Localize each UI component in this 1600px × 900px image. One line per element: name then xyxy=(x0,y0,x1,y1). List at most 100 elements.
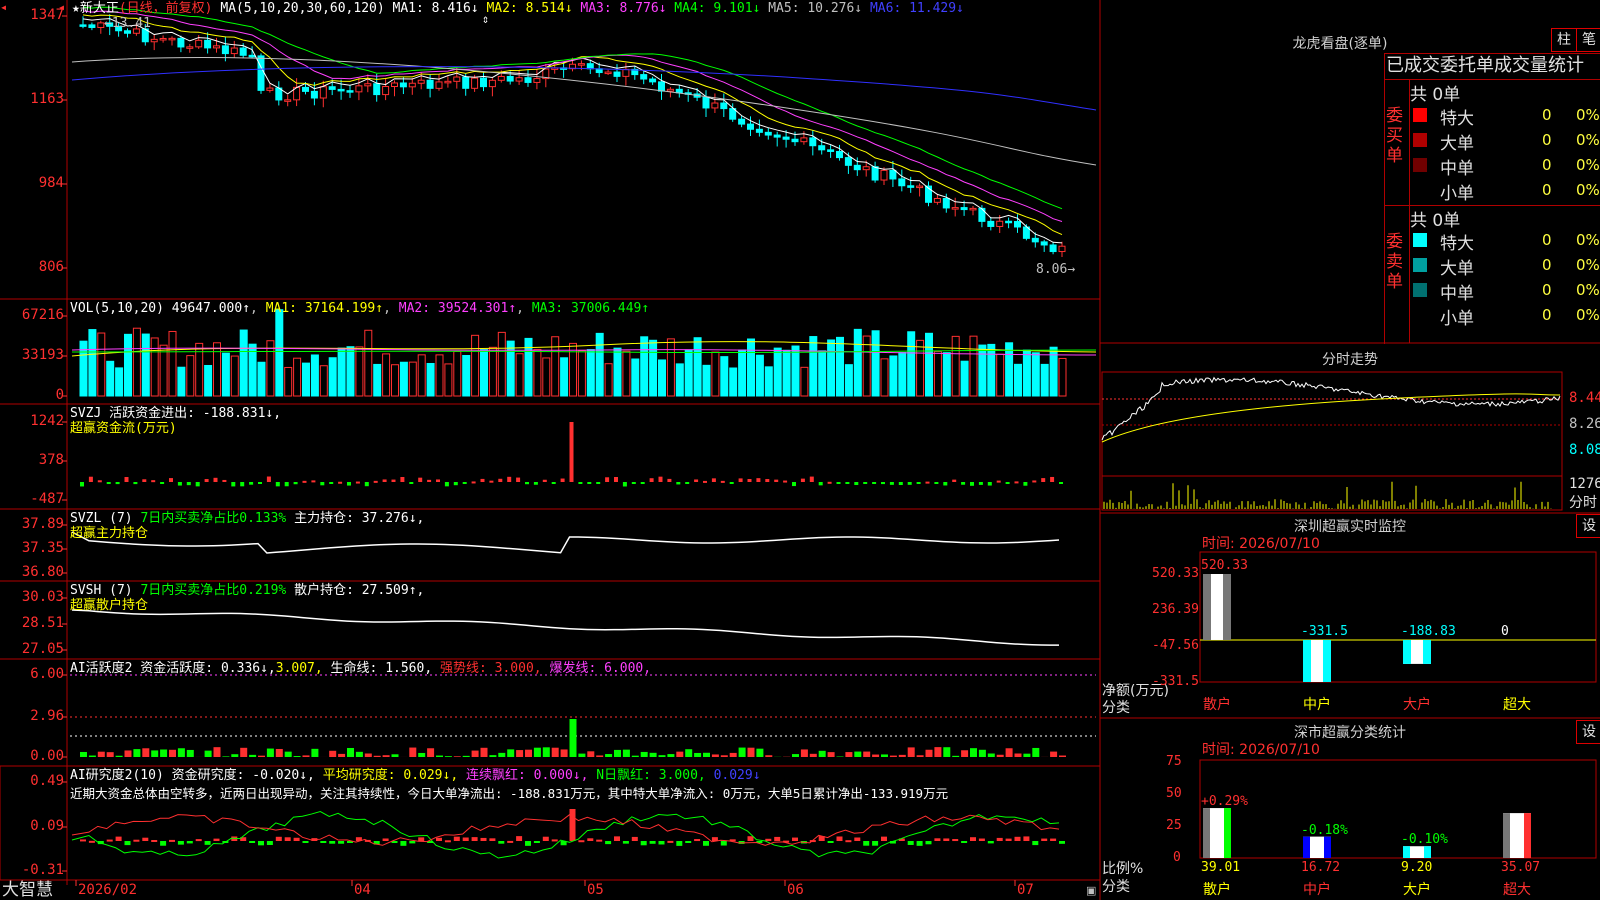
candle-body xyxy=(319,86,327,99)
fund-flow-bar xyxy=(560,478,565,482)
volume-bar xyxy=(978,344,987,397)
x-tick: 05 xyxy=(587,882,604,898)
fund-flow-bar xyxy=(160,482,165,484)
volume-bar xyxy=(435,354,444,397)
volume-bar xyxy=(533,348,542,397)
activity-bar xyxy=(542,747,550,757)
fund-flow-bar xyxy=(106,482,111,485)
volume-bar xyxy=(293,357,302,397)
class-bar-shade xyxy=(1324,836,1331,858)
volume-bar xyxy=(337,347,346,397)
volume-bar xyxy=(853,328,862,397)
candle-body xyxy=(88,24,96,28)
low-marker: 8.06→ xyxy=(1036,262,1076,277)
volume-bar xyxy=(106,360,115,397)
activity-bar xyxy=(872,754,880,757)
activity-bar xyxy=(631,755,639,757)
y-tick: 67216 xyxy=(21,307,64,323)
fund-flow-bar xyxy=(987,482,992,486)
research-bar xyxy=(133,839,140,842)
y-tick: 37.89 xyxy=(21,516,64,532)
monitor-tick: 236.39 xyxy=(1152,601,1199,617)
volume-bar xyxy=(168,330,177,397)
fund-flow-bar xyxy=(222,479,227,482)
volume-bar xyxy=(328,357,337,397)
fund-flow-bar xyxy=(1014,481,1019,484)
brand-logo: 大智慧 xyxy=(2,880,53,900)
monitor-settings-button[interactable]: 设 xyxy=(1576,514,1600,538)
intraday-title[interactable]: 分时走势 xyxy=(1300,349,1400,369)
fund-flow-bar xyxy=(667,478,672,482)
fund-flow-bar xyxy=(489,480,494,483)
activity-bar xyxy=(809,753,817,757)
left-scroll-arrow-icon[interactable]: ◂ xyxy=(0,0,7,15)
period-label[interactable]: (日线，前复权) xyxy=(119,1,213,16)
fund-flow-bar xyxy=(142,479,147,482)
activity-bar xyxy=(80,751,87,757)
x-tick: 06 xyxy=(787,882,804,898)
research-bar xyxy=(863,841,870,846)
candle-body xyxy=(1040,241,1048,246)
fund-flow-bar xyxy=(747,478,752,482)
candle-body xyxy=(755,128,763,133)
monitor-bar-shade xyxy=(1403,639,1411,664)
volume-bar xyxy=(310,354,319,397)
buy-total: 共 0单 xyxy=(1410,85,1461,105)
fund-flow-bar xyxy=(1050,476,1055,482)
candle-body xyxy=(577,63,585,66)
y-tick: 1163 xyxy=(30,91,64,107)
volume-bar xyxy=(141,333,150,397)
candle-body xyxy=(649,78,657,83)
candle-body xyxy=(124,30,131,34)
volume-bar xyxy=(132,327,141,397)
research-bar xyxy=(711,837,718,841)
ma-values: MA1: 8.416↓ MA2: 8.514↓ MA3: 8.776↓ MA4:… xyxy=(393,1,964,16)
vol-header: VOL(5,10,20) 49647.000↑, MA1: 37164.199↑… xyxy=(70,301,650,316)
research-bar xyxy=(774,836,781,841)
candle-body xyxy=(186,46,194,49)
activity-bar xyxy=(720,755,728,757)
high-marker: ←13.41 xyxy=(104,16,151,31)
activity-bar xyxy=(204,750,212,757)
stock-name[interactable]: 新大正 xyxy=(80,1,119,16)
activity-bar xyxy=(569,719,577,757)
ma-value-1: MA1: 8.416↓ xyxy=(392,1,479,16)
research-bar xyxy=(854,837,861,841)
research-bar xyxy=(204,841,211,845)
class-settings-button[interactable]: 设 xyxy=(1576,720,1600,744)
activity-bar xyxy=(124,750,132,757)
buy-order-type: 小单 xyxy=(1440,184,1474,204)
ma-line-5 xyxy=(71,57,1097,166)
fund-flow-bar xyxy=(916,482,921,484)
volume-bar xyxy=(417,354,426,397)
drag-arrow-icon[interactable]: ⇕ xyxy=(482,12,489,27)
candle-body xyxy=(622,68,630,77)
tick-mode-button[interactable]: 笔 xyxy=(1576,28,1600,52)
research-bar xyxy=(320,841,327,843)
activity-bar xyxy=(391,754,399,757)
volume-bar xyxy=(586,349,595,397)
volume-bar xyxy=(1058,357,1067,397)
volume-bar xyxy=(382,353,391,397)
volume-bar xyxy=(1031,352,1040,397)
volume-bar xyxy=(925,332,933,397)
research-bar xyxy=(284,837,291,841)
research-bar xyxy=(151,839,158,842)
intraday-tick: 8.08 xyxy=(1569,442,1600,458)
bar-mode-button[interactable]: 柱 xyxy=(1551,28,1577,52)
buy-order-count: 0 xyxy=(1542,131,1552,149)
activity-bar xyxy=(160,749,168,757)
volume-bar xyxy=(426,362,435,397)
candle-body xyxy=(488,79,496,88)
lock-icon[interactable]: ▣ xyxy=(1086,883,1096,898)
volume-bar xyxy=(720,356,729,397)
research-bar xyxy=(1014,836,1021,841)
activity-bar xyxy=(800,749,808,757)
sell-side-label: 委卖单 xyxy=(1386,232,1403,292)
activity-bar xyxy=(818,750,826,757)
volume-bar xyxy=(373,363,382,397)
research-bar xyxy=(703,841,709,846)
activity-bar xyxy=(480,747,488,757)
fund-flow-bar xyxy=(943,482,948,486)
monitor-category-label: 中户 xyxy=(1303,697,1331,713)
